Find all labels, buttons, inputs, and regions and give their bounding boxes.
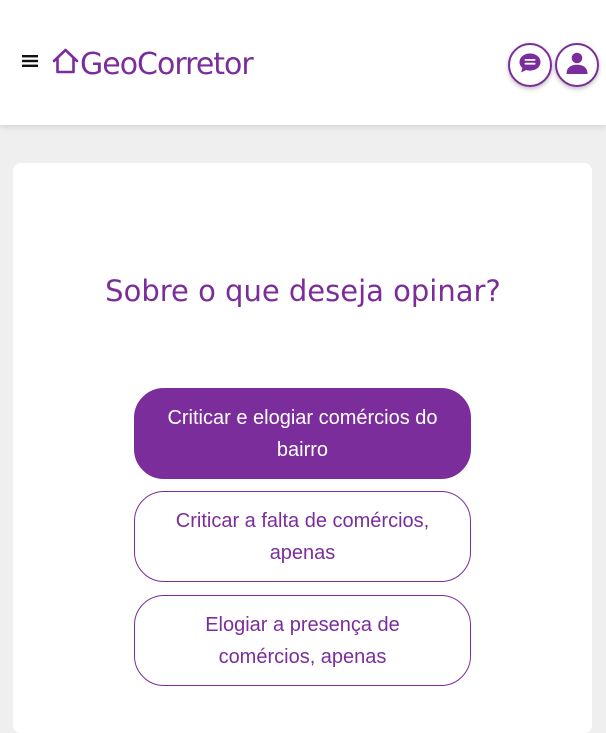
chat-bubble-icon (518, 52, 542, 79)
logo-text: GeoCorretor (80, 46, 254, 82)
house-logo-icon (52, 48, 80, 80)
user-button[interactable] (555, 43, 599, 87)
user-icon (565, 51, 589, 80)
option-criticar-falta-button[interactable]: Criticar a falta de comércios, apenas (134, 491, 471, 582)
menu-button[interactable] (12, 46, 48, 80)
page-title: Sobre o que deseja opinar? (105, 274, 501, 308)
hamburger-icon (22, 54, 38, 73)
app-header: GeoCorretor (0, 0, 606, 125)
chat-button[interactable] (508, 43, 552, 87)
option-criticar-e-elogiar-button[interactable]: Criticar e elogiar comércios do bairro (134, 388, 471, 479)
logo[interactable]: GeoCorretor (52, 44, 254, 84)
option-elogiar-presenca-button[interactable]: Elogiar a presença de comércios, apenas (134, 595, 471, 686)
